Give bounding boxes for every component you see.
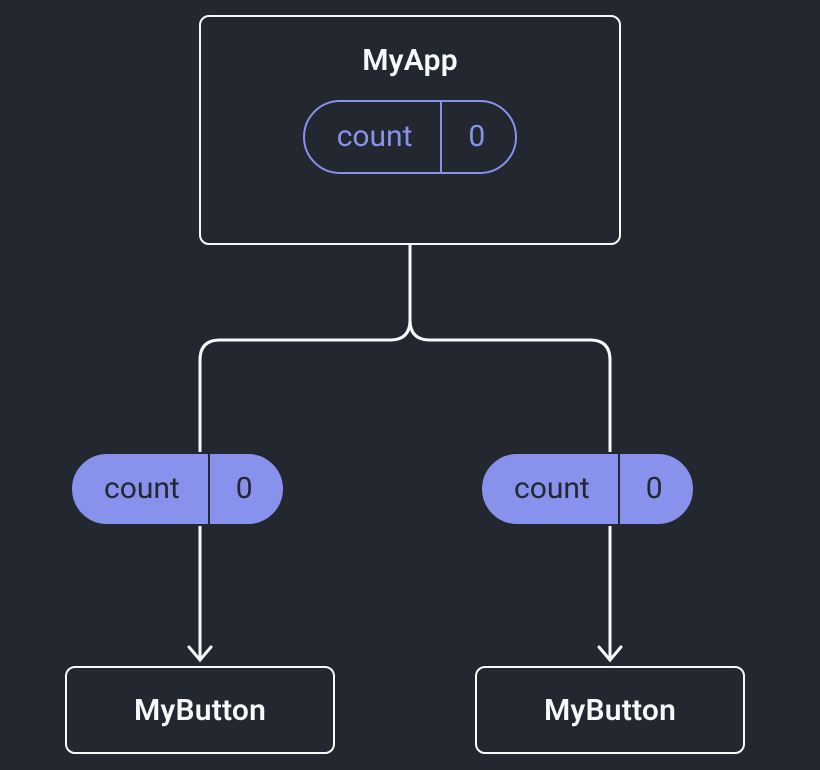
child-left-title: MyButton — [134, 693, 266, 728]
prop-pill-right: count 0 — [480, 452, 695, 526]
root-state-pill: count 0 — [303, 100, 518, 174]
child-component-node-left: MyButton — [65, 666, 335, 754]
root-state-value: 0 — [442, 102, 515, 172]
root-component-title: MyApp — [362, 43, 458, 78]
prop-right-label: count — [482, 454, 618, 524]
prop-right-value: 0 — [620, 454, 693, 524]
root-component-node: MyApp count 0 — [199, 15, 621, 245]
prop-left-value: 0 — [210, 454, 283, 524]
prop-pill-left: count 0 — [70, 452, 285, 526]
root-state-label: count — [305, 102, 441, 172]
child-right-title: MyButton — [544, 693, 676, 728]
prop-left-label: count — [72, 454, 208, 524]
child-component-node-right: MyButton — [475, 666, 745, 754]
